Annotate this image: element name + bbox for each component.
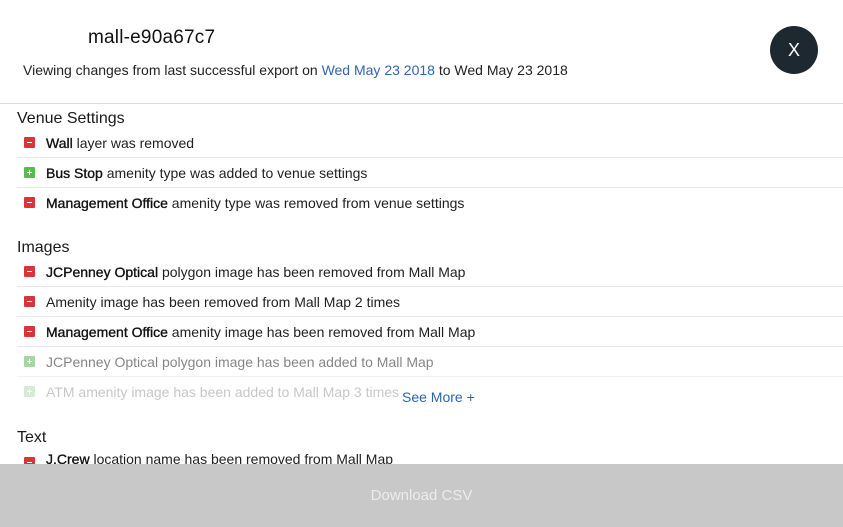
subtitle-prefix: Viewing changes from last successful exp… <box>23 62 322 78</box>
to-date: Wed May 23 2018 <box>454 62 568 78</box>
change-text: amenity type was added to venue settings <box>102 165 368 181</box>
added-icon <box>24 167 35 178</box>
change-text: Amenity image has been removed from Mall… <box>46 294 401 310</box>
change-subject: Bus Stop <box>46 165 103 181</box>
removed-icon <box>24 296 35 307</box>
change-text: polygon image has been removed from Mall… <box>158 264 466 280</box>
export-range-text: Viewing changes from last successful exp… <box>23 62 568 78</box>
modal-header: mall-e90a67c7 Viewing changes from last … <box>0 0 843 104</box>
section-title-images: Images <box>17 239 70 256</box>
changes-list[interactable]: Venue Settings Wall layer was removed Bu… <box>0 104 843 464</box>
list-item: Bus Stop amenity type was added to venue… <box>17 158 843 188</box>
list-item: J.Crew location name has been removed fr… <box>17 448 843 464</box>
change-subject: JCPenney Optical <box>46 264 159 280</box>
change-text: location name has been removed from Mall… <box>89 451 394 464</box>
change-text: ATM amenity image has been added to Mall… <box>46 384 400 400</box>
added-icon <box>24 386 35 397</box>
close-button[interactable]: X <box>770 26 818 74</box>
change-text: amenity image has been removed from Mall… <box>167 324 476 340</box>
removed-icon <box>24 137 35 148</box>
list-item: Amenity image has been removed from Mall… <box>17 287 843 317</box>
change-subject: Management Office <box>46 324 168 340</box>
list-item: Wall layer was removed <box>17 128 843 158</box>
change-subject: J.Crew <box>46 451 90 464</box>
removed-icon <box>24 457 35 464</box>
change-subject: Management Office <box>46 195 168 211</box>
section-title-venue-settings: Venue Settings <box>17 110 125 127</box>
list-item: JCPenney Optical polygon image has been … <box>17 257 843 287</box>
see-more-link[interactable]: See More + <box>402 389 475 405</box>
removed-icon <box>24 197 35 208</box>
page-title: mall-e90a67c7 <box>88 27 216 48</box>
change-subject: Wall <box>46 135 73 151</box>
section-title-text: Text <box>17 429 47 446</box>
removed-icon <box>24 326 35 337</box>
list-item: Management Office amenity image has been… <box>17 317 843 347</box>
download-csv-button[interactable]: Download CSV <box>0 464 843 527</box>
change-text: amenity type was removed from venue sett… <box>167 195 465 211</box>
subtitle-middle: to <box>434 62 455 78</box>
added-icon <box>24 356 35 367</box>
removed-icon <box>24 266 35 277</box>
change-text: JCPenney Optical polygon image has been … <box>46 354 434 370</box>
from-date-link[interactable]: Wed May 23 2018 <box>322 62 435 78</box>
list-item: Management Office amenity type was remov… <box>17 188 843 218</box>
list-item: JCPenney Optical polygon image has been … <box>17 347 843 377</box>
change-text: layer was removed <box>72 135 195 151</box>
